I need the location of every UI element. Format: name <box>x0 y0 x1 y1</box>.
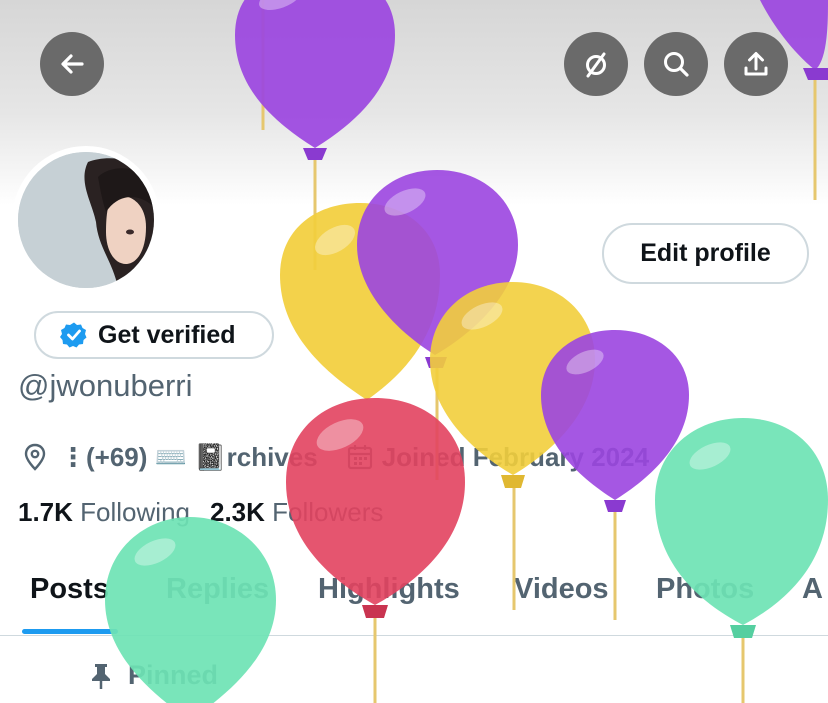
edit-profile-button[interactable]: Edit profile <box>602 223 809 284</box>
followers-count: 2.3K <box>209 497 265 527</box>
search-button[interactable] <box>644 32 708 96</box>
search-icon <box>664 52 689 77</box>
tab-articles[interactable]: A <box>802 573 823 606</box>
location-text: ⋮(+69) ⌨️ 📓 <box>60 441 227 472</box>
profile-meta: ⋮(+69) ⌨️ 📓 rchives Joined February 2024 <box>20 437 649 477</box>
pinned-text: Pinned <box>128 660 219 690</box>
arrow-left-icon <box>61 54 84 74</box>
balloon-yellow-left <box>280 203 440 400</box>
share-button[interactable] <box>724 32 788 96</box>
pinned-label: Pinned <box>88 660 218 691</box>
pin-icon <box>92 663 110 689</box>
following-label: Following <box>80 497 190 527</box>
tab-replies[interactable]: Replies <box>166 573 269 606</box>
profile-tabs: Posts Replies Highlights Videos Photos A <box>0 565 828 635</box>
location-pin-icon <box>24 443 46 471</box>
hidden-button[interactable] <box>564 32 628 96</box>
balloon-green-right <box>655 418 828 703</box>
followers-label: Followers <box>272 497 384 527</box>
get-verified-label: Get verified <box>98 320 236 349</box>
location-word: rchives <box>226 441 318 472</box>
back-button[interactable] <box>40 32 104 96</box>
followers-link[interactable]: 2.3K Followers <box>210 497 383 528</box>
tab-highlights[interactable]: Highlights <box>318 573 460 606</box>
tab-posts[interactable]: Posts <box>30 573 109 606</box>
joined-date: Joined February 2024 <box>381 441 650 472</box>
following-count: 1.7K <box>18 497 73 527</box>
tab-videos[interactable]: Videos <box>514 573 609 606</box>
balloon-purple-middle <box>357 170 518 480</box>
verified-badge-icon <box>60 322 87 348</box>
follow-counts: 1.7K Following 2.3K Followers <box>18 497 383 528</box>
active-tab-indicator <box>22 629 118 634</box>
user-handle: @jwonuberri <box>18 368 193 403</box>
get-verified-button[interactable]: Get verified <box>34 311 274 359</box>
tabs-divider <box>0 635 828 636</box>
avatar[interactable] <box>12 146 160 294</box>
circle-slash-icon <box>586 52 606 78</box>
following-link[interactable]: 1.7K Following <box>18 497 190 528</box>
tab-photos[interactable]: Photos <box>656 573 754 606</box>
avatar-photo <box>18 152 154 288</box>
calendar-icon <box>347 445 372 470</box>
share-upload-icon <box>744 52 768 76</box>
